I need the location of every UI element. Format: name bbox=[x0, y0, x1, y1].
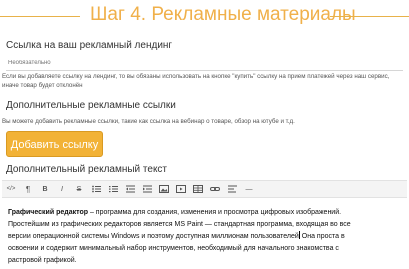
image-icon[interactable] bbox=[156, 182, 172, 196]
editor-line-1-rest: – программа для создания, изменения и пр… bbox=[88, 209, 342, 216]
editor-bold-term: Графический редактор bbox=[8, 209, 89, 216]
editor-line-4: освоении и содержит минимальный набор ин… bbox=[8, 245, 339, 252]
editor-content[interactable]: Графический редактор – программа для соз… bbox=[8, 207, 402, 267]
html-code-icon[interactable]: </> bbox=[3, 182, 19, 196]
add-link-button[interactable]: Добавить ссылку bbox=[6, 131, 103, 157]
video-icon[interactable] bbox=[173, 182, 189, 196]
horizontal-rule-icon[interactable]: — bbox=[241, 182, 257, 196]
align-icon[interactable] bbox=[224, 182, 240, 196]
editor-line-1: Графический редактор – программа для соз… bbox=[8, 207, 402, 219]
editor-line-2: Простейшим из графических редакторов явл… bbox=[8, 221, 351, 228]
header-divider-left bbox=[0, 16, 80, 17]
indent-icon[interactable] bbox=[139, 182, 155, 196]
landing-url-input[interactable] bbox=[6, 55, 403, 71]
editor-toolbar: </> ¶ B I S — bbox=[2, 180, 407, 198]
editor-line-5: растровой графикой. bbox=[8, 257, 77, 264]
outdent-icon[interactable] bbox=[122, 182, 138, 196]
link-icon[interactable] bbox=[207, 182, 223, 196]
step-header: Шаг 4. Рекламные материалы bbox=[0, 0, 409, 34]
extra-links-label: Дополнительные рекламные ссылки bbox=[6, 100, 176, 111]
numbered-list-icon[interactable] bbox=[105, 182, 121, 196]
table-icon[interactable] bbox=[190, 182, 206, 196]
strikethrough-icon[interactable]: S bbox=[71, 182, 87, 196]
extra-links-hint: Вы можете добавить рекламные ссылки, так… bbox=[2, 118, 295, 125]
landing-hint: Если вы добавляете ссылку на лендинг, то… bbox=[2, 72, 406, 90]
extra-text-label: Дополнительный рекламный текст bbox=[6, 164, 168, 175]
editor-line-3: версии операционной системы Windows и по… bbox=[8, 231, 402, 243]
bullet-list-icon[interactable] bbox=[88, 182, 104, 196]
landing-hint-line-1: Если вы добавляете ссылку на лендинг, то… bbox=[2, 73, 390, 80]
editor-line-3b: Она проста в bbox=[299, 233, 345, 240]
editor-line-3a: версии операционной системы Windows и по… bbox=[8, 233, 299, 240]
header-divider-right bbox=[330, 16, 409, 17]
italic-icon[interactable]: I bbox=[54, 182, 70, 196]
paragraph-icon[interactable]: ¶ bbox=[20, 182, 36, 196]
bold-icon[interactable]: B bbox=[37, 182, 53, 196]
landing-hint-line-2: иначе товар будет отклонён bbox=[2, 82, 83, 89]
page-title: Шаг 4. Рекламные материалы bbox=[90, 4, 356, 25]
landing-label: Ссылка на ваш рекламный лендинг bbox=[6, 40, 173, 51]
